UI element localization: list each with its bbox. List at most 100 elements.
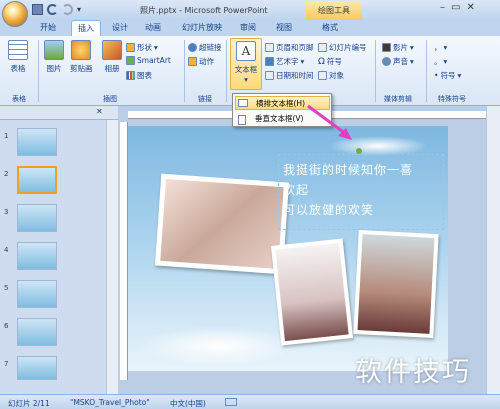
textbox-button[interactable]: A 文本框 ▾ xyxy=(230,38,262,90)
chevron-down-icon: ▾ xyxy=(457,71,462,80)
photo-frame[interactable] xyxy=(270,238,354,346)
chevron-down-icon: ▾ xyxy=(410,57,414,66)
ribbon-tabs: 开始 插入 设计 动画 幻灯片放映 审阅 视图 格式 xyxy=(0,20,500,36)
smartart-button[interactable]: SmartArt xyxy=(126,56,171,65)
chevron-down-icon: ▾ xyxy=(154,43,158,52)
slide-thumbnail[interactable] xyxy=(17,280,57,308)
photo-album-button[interactable]: 相册 xyxy=(102,40,122,74)
slide-number: 1 xyxy=(4,132,9,140)
datetime-button[interactable]: 日期和时间 xyxy=(265,70,314,81)
office-button-icon[interactable] xyxy=(2,1,28,27)
calendar-icon xyxy=(265,71,274,80)
slide-number: 4 xyxy=(4,246,9,254)
tab-design[interactable]: 设计 xyxy=(112,20,128,36)
minimize-icon[interactable]: – xyxy=(440,2,445,13)
table-button[interactable]: 表格 xyxy=(8,40,28,74)
tab-view[interactable]: 视图 xyxy=(276,20,292,36)
action-button[interactable]: 动作 xyxy=(188,56,214,67)
header-footer-button[interactable]: 页眉和页脚 xyxy=(265,42,314,53)
tab-insert[interactable]: 插入 xyxy=(71,20,101,36)
picture-button[interactable]: 图片 xyxy=(44,40,64,74)
chevron-down-icon: ▾ xyxy=(244,75,248,84)
symbol-button[interactable]: Ω 符号 xyxy=(318,56,342,67)
vertical-textbox-icon xyxy=(238,115,246,125)
slide-number: 3 xyxy=(4,208,9,216)
qat-dropdown-icon[interactable]: ▾ xyxy=(77,4,88,15)
album-label: 相册 xyxy=(104,64,120,73)
slide-thumbnail-selected[interactable] xyxy=(17,166,57,194)
group-separator xyxy=(375,40,376,102)
slide-thumbnail[interactable] xyxy=(17,204,57,232)
tab-review[interactable]: 审阅 xyxy=(240,20,256,36)
smartart-icon xyxy=(126,56,135,65)
photo-album-icon xyxy=(102,40,122,60)
photo-image xyxy=(160,178,284,270)
photo-frame[interactable] xyxy=(353,229,439,339)
menu-item-label: 垂直文本框(V) xyxy=(255,114,304,123)
tab-home[interactable]: 开始 xyxy=(40,20,56,36)
maximize-icon[interactable]: ▭ xyxy=(451,2,460,13)
slide-text-line: 我挺街的时候知你一喜 xyxy=(283,163,414,177)
undo-icon[interactable] xyxy=(47,4,58,15)
redo-icon[interactable] xyxy=(62,4,73,15)
slide-thumbnail[interactable] xyxy=(17,356,57,380)
photo-image xyxy=(275,242,349,342)
close-icon[interactable]: ✕ xyxy=(466,2,474,13)
shapes-icon xyxy=(126,43,135,52)
clipart-label: 剪贴画 xyxy=(70,64,93,73)
thumbnail-scrollbar[interactable] xyxy=(106,120,118,394)
hyperlink-button[interactable]: 超链接 xyxy=(188,42,222,53)
group-separator xyxy=(226,40,227,102)
clipart-button[interactable]: 剪贴画 xyxy=(70,40,93,74)
special-symbol-button[interactable]: • 符号 ▾ xyxy=(434,70,461,81)
slide-thumbnail[interactable] xyxy=(17,242,57,270)
special-symbol-period[interactable]: 。 ▾ xyxy=(434,56,447,67)
object-label: 对象 xyxy=(329,71,344,80)
group-separator xyxy=(426,40,427,102)
movie-button[interactable]: 影片 ▾ xyxy=(382,42,414,53)
spellcheck-icon[interactable] xyxy=(225,398,237,406)
shapes-button[interactable]: 形状 ▾ xyxy=(126,42,158,53)
tab-slideshow[interactable]: 幻灯片放映 xyxy=(182,20,222,36)
sound-icon xyxy=(382,57,391,66)
special-symbol-label: 符号 xyxy=(440,71,456,80)
tab-animation[interactable]: 动画 xyxy=(145,20,161,36)
action-icon xyxy=(188,57,197,66)
group-label-links: 链接 xyxy=(198,95,212,103)
slide-thumbnail[interactable] xyxy=(17,318,57,346)
slide-text-line: 可以放健的欢笑 xyxy=(283,203,375,217)
slide-number-button[interactable]: 幻灯片编号 xyxy=(318,42,367,53)
status-slide-count: 幻灯片 2/11 xyxy=(8,399,50,408)
slide-number: 2 xyxy=(4,170,9,178)
special-symbol-comma[interactable]: ， ▾ xyxy=(434,42,447,53)
wordart-icon xyxy=(265,57,274,66)
horizontal-textbox-icon xyxy=(238,99,248,107)
chart-button[interactable]: 图表 xyxy=(126,70,152,81)
clipart-icon xyxy=(71,40,92,60)
slide-number-label: 幻灯片编号 xyxy=(329,43,367,52)
sound-button[interactable]: 声音 ▾ xyxy=(382,56,414,67)
group-label-media: 媒体剪辑 xyxy=(384,95,412,103)
slide-pane-header: ✕ xyxy=(0,106,118,120)
slide-thumbnail[interactable] xyxy=(17,128,57,156)
chevron-down-icon: ▾ xyxy=(443,57,448,66)
vertical-scrollbar[interactable] xyxy=(486,106,500,394)
tab-format[interactable]: 格式 xyxy=(322,20,338,36)
wordart-button[interactable]: 艺术字 ▾ xyxy=(265,56,304,67)
save-icon[interactable] xyxy=(32,4,43,15)
window-title: 照片.pptx - Microsoft PowerPoint xyxy=(140,6,268,15)
comma-icon: ， xyxy=(434,43,442,52)
shapes-label: 形状 xyxy=(137,43,152,52)
table-icon xyxy=(8,40,28,60)
hyperlink-label: 超链接 xyxy=(199,43,222,52)
group-label-symbols: 特殊符号 xyxy=(438,95,466,103)
slide-text-line: 欢起 xyxy=(283,183,310,197)
close-pane-icon[interactable]: ✕ xyxy=(96,107,103,116)
group-label-illustrations: 插图 xyxy=(103,95,117,103)
slide-textbox[interactable]: 我挺街的时候知你一喜 欢起 可以放健的欢笑 xyxy=(278,154,444,230)
wordart-label: 艺术字 xyxy=(276,57,299,66)
object-button[interactable]: 对象 xyxy=(318,70,344,81)
chevron-down-icon: ▾ xyxy=(300,57,305,66)
object-icon xyxy=(318,71,327,80)
photo-frame[interactable] xyxy=(154,173,290,275)
